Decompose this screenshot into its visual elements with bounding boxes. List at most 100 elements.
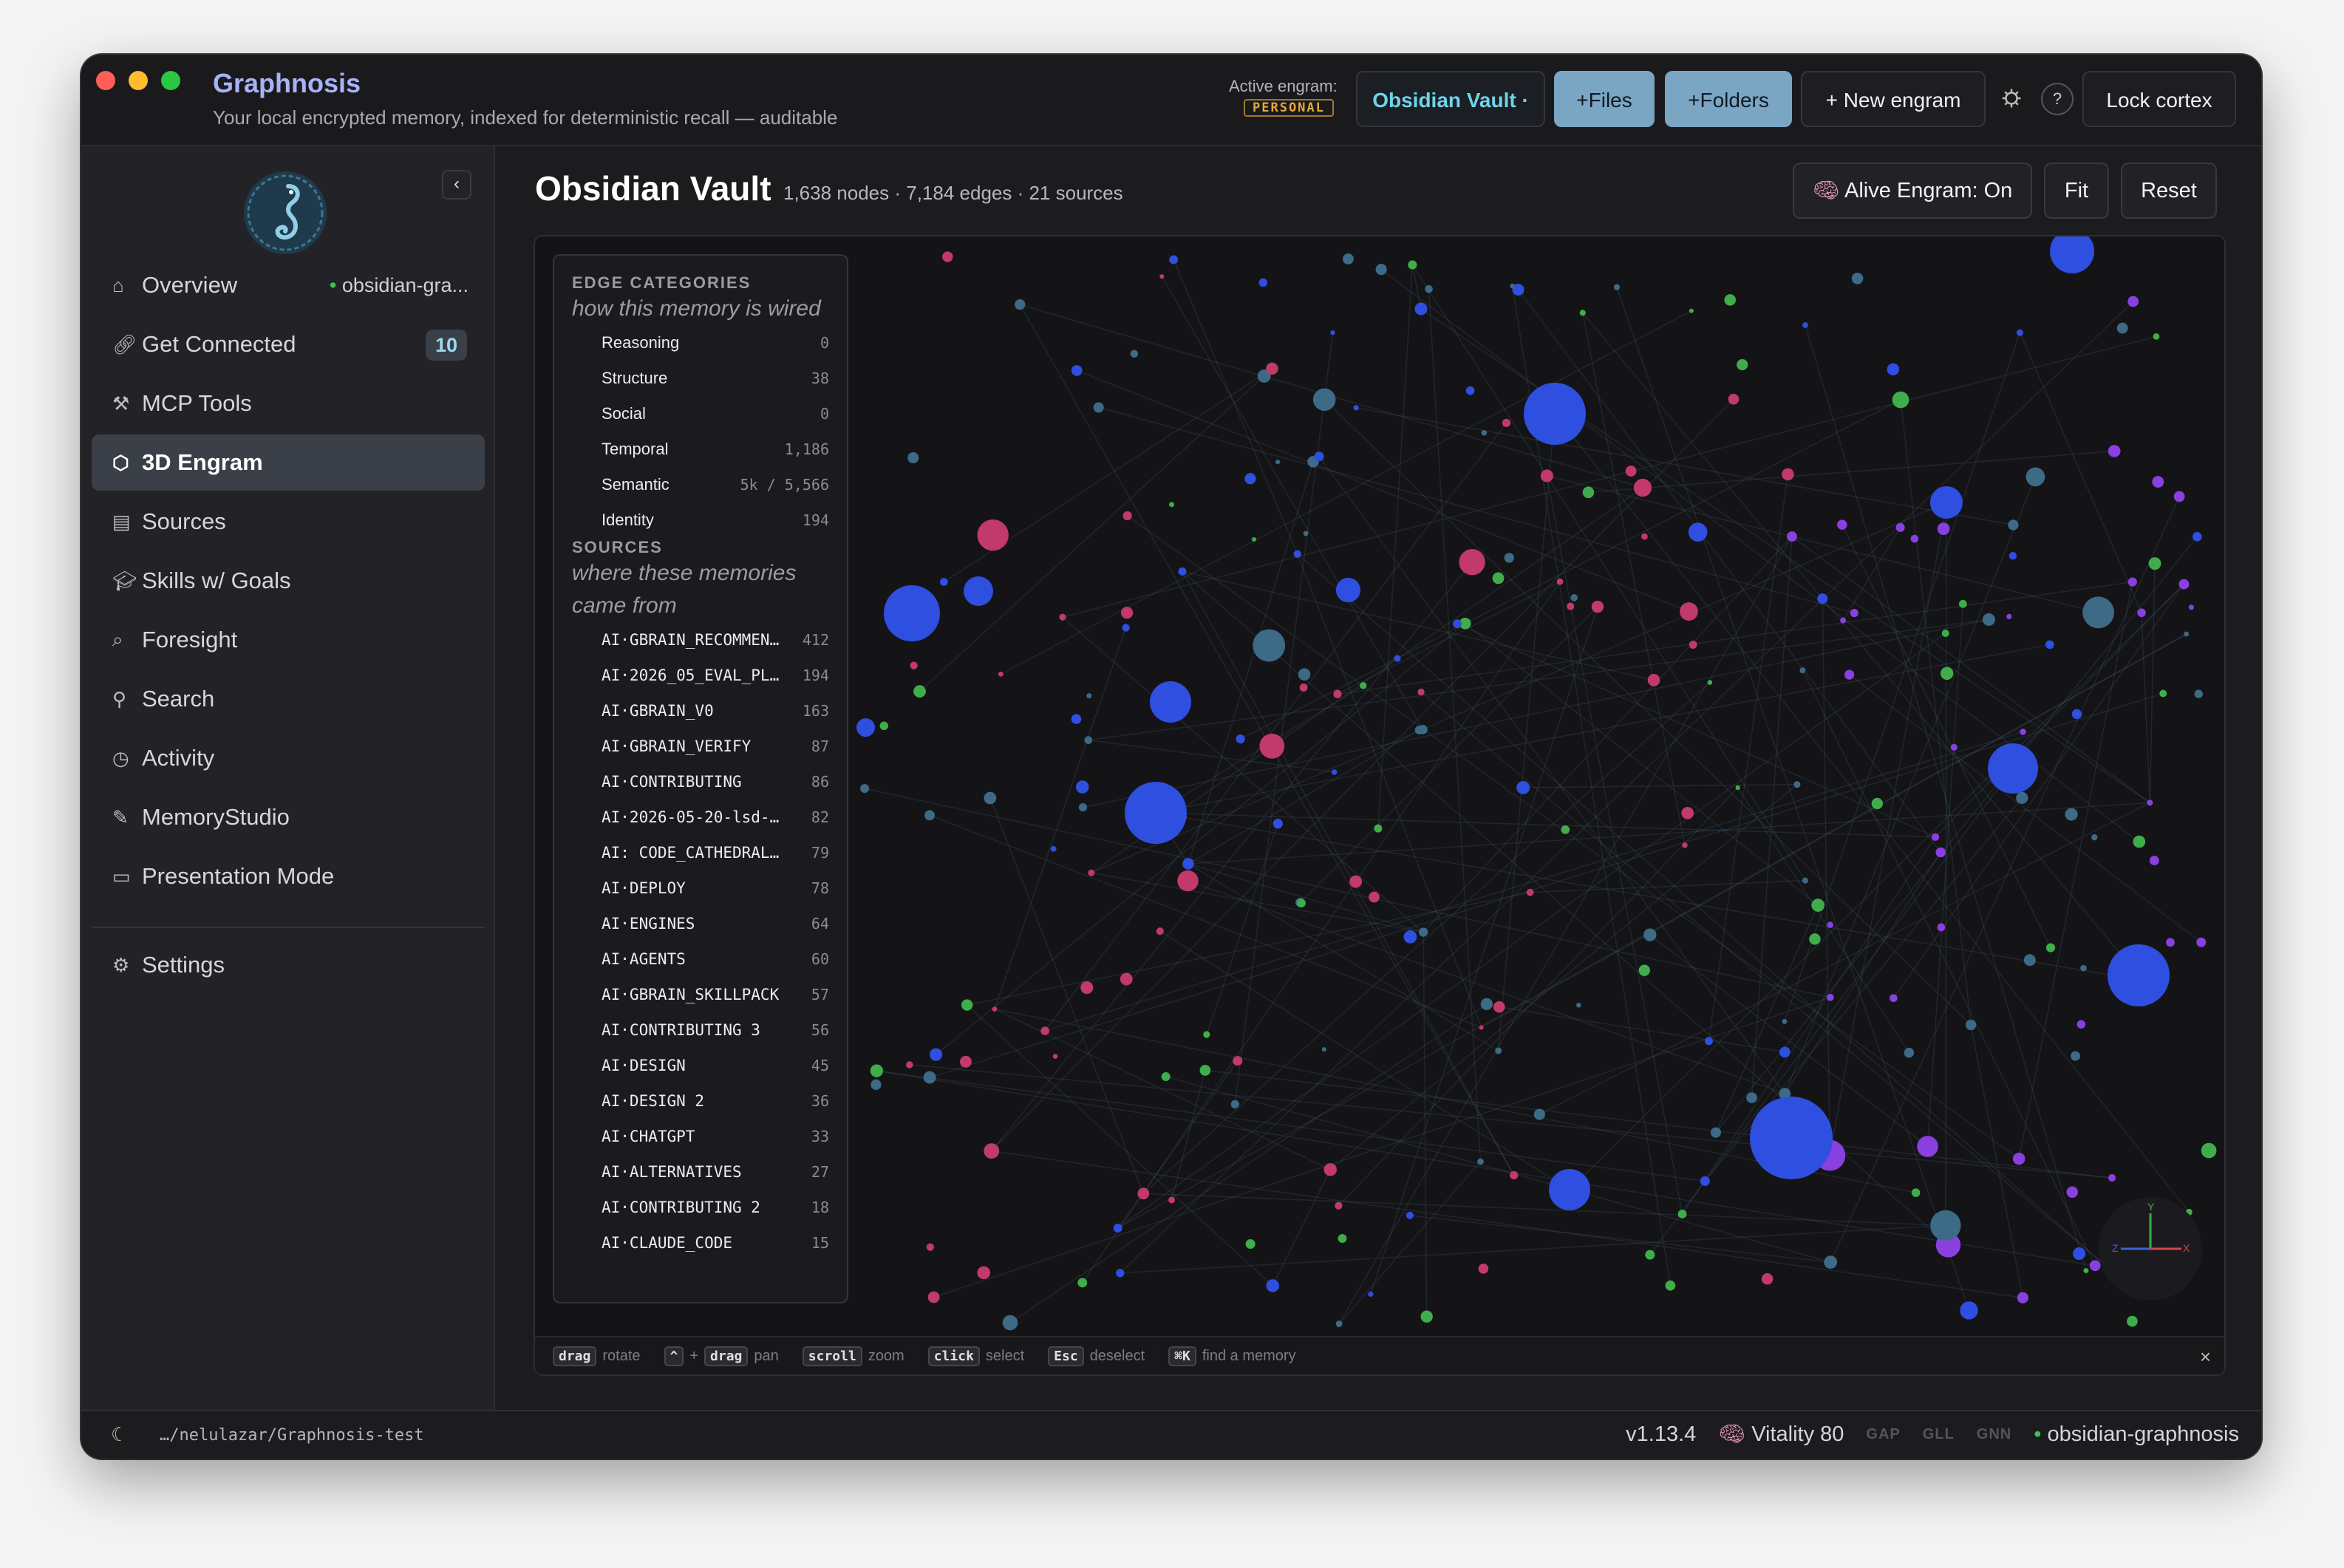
graph-node[interactable] xyxy=(1638,964,1650,976)
graph-node[interactable] xyxy=(1737,358,1748,371)
graph-node[interactable] xyxy=(1526,888,1534,896)
graph-node[interactable] xyxy=(1937,522,1950,536)
graph-node[interactable] xyxy=(2083,1268,2089,1274)
reset-button[interactable]: Reset xyxy=(2121,163,2217,219)
source-row[interactable]: AI·2026_05_EVAL_PL… 194 xyxy=(572,658,829,693)
graph-node[interactable] xyxy=(1253,629,1286,662)
graph-node[interactable] xyxy=(871,1079,882,1090)
graph-node[interactable] xyxy=(1480,998,1493,1011)
graph-node[interactable] xyxy=(2008,519,2019,531)
graph-node[interactable] xyxy=(1161,1072,1171,1082)
graph-node[interactable] xyxy=(1576,1003,1581,1008)
graph-node[interactable] xyxy=(1314,451,1324,462)
graph-node[interactable] xyxy=(1408,260,1417,270)
graph-node[interactable] xyxy=(2016,791,2028,805)
graph-node[interactable] xyxy=(1761,1273,1774,1285)
graph-node[interactable] xyxy=(1086,693,1092,699)
graph-node[interactable] xyxy=(1613,284,1621,290)
graph-node[interactable] xyxy=(1570,594,1578,601)
edge-category-row[interactable]: Social 0 xyxy=(572,396,829,432)
graph-node[interactable] xyxy=(1940,667,1954,681)
graph-node[interactable] xyxy=(1059,613,1066,621)
graph-node[interactable] xyxy=(1495,1047,1502,1054)
graph-node[interactable] xyxy=(1647,674,1660,686)
graph-node[interactable] xyxy=(927,1291,940,1303)
graph-node[interactable] xyxy=(1892,391,1909,409)
graph-node[interactable] xyxy=(1182,858,1194,870)
graph-node[interactable] xyxy=(2009,551,2017,560)
graph-node[interactable] xyxy=(1417,688,1425,696)
edge-category-row[interactable]: Identity 194 xyxy=(572,502,829,538)
edge-category-row[interactable]: Structure 38 xyxy=(572,361,829,396)
graph-node[interactable] xyxy=(1418,724,1428,734)
edge-category-row[interactable]: Reasoning 0 xyxy=(572,325,829,361)
graph-node[interactable] xyxy=(1093,402,1104,413)
graph-node[interactable] xyxy=(1786,531,1797,542)
graph-node[interactable] xyxy=(1199,1065,1211,1076)
nav-overview[interactable]: ⌂ Overview • obsidian-gra... xyxy=(92,257,485,313)
graph-node[interactable] xyxy=(1931,833,1940,841)
graph-node[interactable] xyxy=(1982,613,1995,627)
graph-node[interactable] xyxy=(1335,1320,1343,1327)
graph-node[interactable] xyxy=(992,1006,998,1012)
graph-node[interactable] xyxy=(1331,769,1338,775)
graph-node[interactable] xyxy=(1335,1201,1343,1210)
graph-node[interactable] xyxy=(1510,1170,1519,1180)
graph-node[interactable] xyxy=(964,576,993,606)
graph-node[interactable] xyxy=(2173,491,2185,502)
graph-node[interactable] xyxy=(1504,553,1514,563)
add-folders-button[interactable]: +Folders xyxy=(1665,71,1792,127)
graph-node[interactable] xyxy=(1556,578,1564,585)
graph-node[interactable] xyxy=(2137,608,2146,618)
source-row[interactable]: AI·ENGINES 64 xyxy=(572,906,829,941)
graph-node[interactable] xyxy=(1052,1054,1058,1059)
graph-node[interactable] xyxy=(2188,604,2194,610)
graph-node[interactable] xyxy=(1130,350,1139,358)
graph-node[interactable] xyxy=(1960,1301,1978,1320)
graph-node[interactable] xyxy=(2017,1292,2028,1303)
nav-get-connected[interactable]: 🔗︎ Get Connected 10 xyxy=(92,316,485,372)
graph-node[interactable] xyxy=(2133,835,2146,848)
graph-node[interactable] xyxy=(1323,1163,1337,1176)
graph-node[interactable] xyxy=(1643,928,1657,941)
graph-node[interactable] xyxy=(1887,363,1900,376)
graph-node[interactable] xyxy=(1710,1127,1721,1138)
graph-node[interactable] xyxy=(1419,927,1428,937)
graph-node[interactable] xyxy=(1735,785,1740,791)
graph-node[interactable] xyxy=(1299,683,1308,692)
graph-node[interactable] xyxy=(1258,278,1268,287)
graph-node[interactable] xyxy=(1840,617,1847,624)
graph-node[interactable] xyxy=(1510,283,1515,289)
graph-node[interactable] xyxy=(2153,333,2160,340)
graph-node[interactable] xyxy=(1312,388,1336,412)
graph-node[interactable] xyxy=(860,784,870,794)
graph-node[interactable] xyxy=(1561,825,1570,834)
graph-node[interactable] xyxy=(1782,1018,1788,1024)
graph-node[interactable] xyxy=(2194,689,2203,698)
graph-node[interactable] xyxy=(1681,806,1694,819)
graph-node[interactable] xyxy=(1120,972,1133,986)
graph-node[interactable] xyxy=(1244,473,1256,485)
graph-node[interactable] xyxy=(1700,1176,1710,1186)
graph-node[interactable] xyxy=(926,1243,934,1251)
graph-node[interactable] xyxy=(2127,1315,2138,1327)
graph-node[interactable] xyxy=(1549,1169,1590,1210)
zoom-window-button[interactable] xyxy=(161,71,180,90)
graph-node[interactable] xyxy=(1481,429,1488,436)
graph-node[interactable] xyxy=(1406,1211,1414,1219)
nav-activity[interactable]: ◷ Activity xyxy=(92,730,485,786)
graph-node[interactable] xyxy=(2026,467,2045,487)
graph-node[interactable] xyxy=(1958,599,1967,608)
graph-node[interactable] xyxy=(1425,284,1433,293)
source-row[interactable]: AI·AGENTS 60 xyxy=(572,941,829,977)
graph-node[interactable] xyxy=(2006,613,2012,620)
graph-node[interactable] xyxy=(1680,602,1698,621)
graph-node[interactable] xyxy=(1889,994,1898,1003)
graph-node[interactable] xyxy=(939,578,948,586)
graph-node[interactable] xyxy=(913,685,926,698)
graph-node[interactable] xyxy=(1904,1047,1915,1058)
graph-node[interactable] xyxy=(2149,856,2159,866)
source-row[interactable]: AI·CLAUDE_CODE 15 xyxy=(572,1225,829,1261)
graph-node[interactable] xyxy=(1368,1291,1374,1297)
source-row[interactable]: AI: CODE_CATHEDRAL… 79 xyxy=(572,835,829,870)
